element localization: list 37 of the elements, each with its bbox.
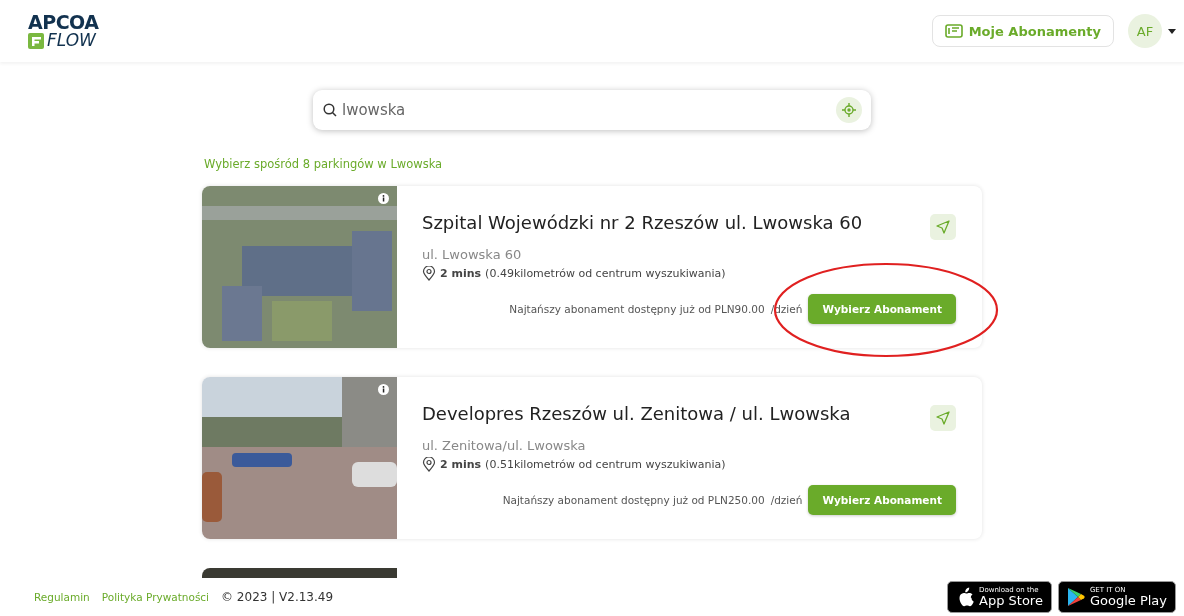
location-pin-icon [422,266,436,281]
navigate-button[interactable] [930,405,956,431]
logo-text: FLOW [47,32,96,49]
navigation-arrow-icon [936,220,950,234]
crosshair-icon [842,103,856,117]
caret-icon[interactable] [1168,28,1176,34]
listing-address: ul. Lwowska 60 [422,247,523,262]
listing-title: Developres Rzeszów ul. Zenitowa / ul. Lwowska [422,403,851,424]
choose-subscription-button[interactable]: Wybierz Abonament [808,485,956,515]
avatar[interactable]: AF [1128,14,1162,48]
subscriptions-button[interactable]: Moje Abonamenty [931,15,1114,47]
distance-text: (0.49kilometrów od centrum wyszukiwania) [485,267,726,280]
distance-text: (0.51kilometrów od centrum wyszukiwania) [485,458,726,471]
badge-title: Google Play [1089,594,1167,607]
results-heading: Wybierz spośród 8 parkingów w Lwowska [203,157,444,171]
travel-time: 2 mins [440,267,482,280]
price-text: Najtańszy abonament dostępny już od PLN90.00 [509,303,765,315]
play-icon [1066,587,1085,607]
badge-title: App Store [979,594,1043,607]
info-icon[interactable] [378,193,389,204]
footer-link[interactable]: Polityka Prywatności [101,591,210,603]
logo-icon [28,32,44,49]
search-field[interactable]: lwowska [313,90,871,130]
info-icon[interactable] [378,384,389,395]
navigation-arrow-icon [936,411,950,425]
card-icon [944,24,963,38]
logo-text: APCOA [28,13,99,32]
travel-time: 2 mins [440,458,482,471]
footer-link[interactable]: Regulamin [34,591,90,603]
choose-subscription-button[interactable]: Wybierz Abonament [808,294,956,324]
copyright-text: © 2023 | V2.13.49 [221,590,334,604]
navigate-button[interactable] [930,214,956,240]
price-unit: /dzień [770,494,803,506]
listing-address: ul. Zenitowa/ul. Lwowska [422,438,587,453]
price-text: Najtańszy abonament dostępny już od PLN250.00 [502,494,765,506]
listing-title: Szpital Wojewódzki nr 2 Rzeszów ul. Lwowska 60 [422,212,863,233]
location-pin-icon [422,457,436,472]
